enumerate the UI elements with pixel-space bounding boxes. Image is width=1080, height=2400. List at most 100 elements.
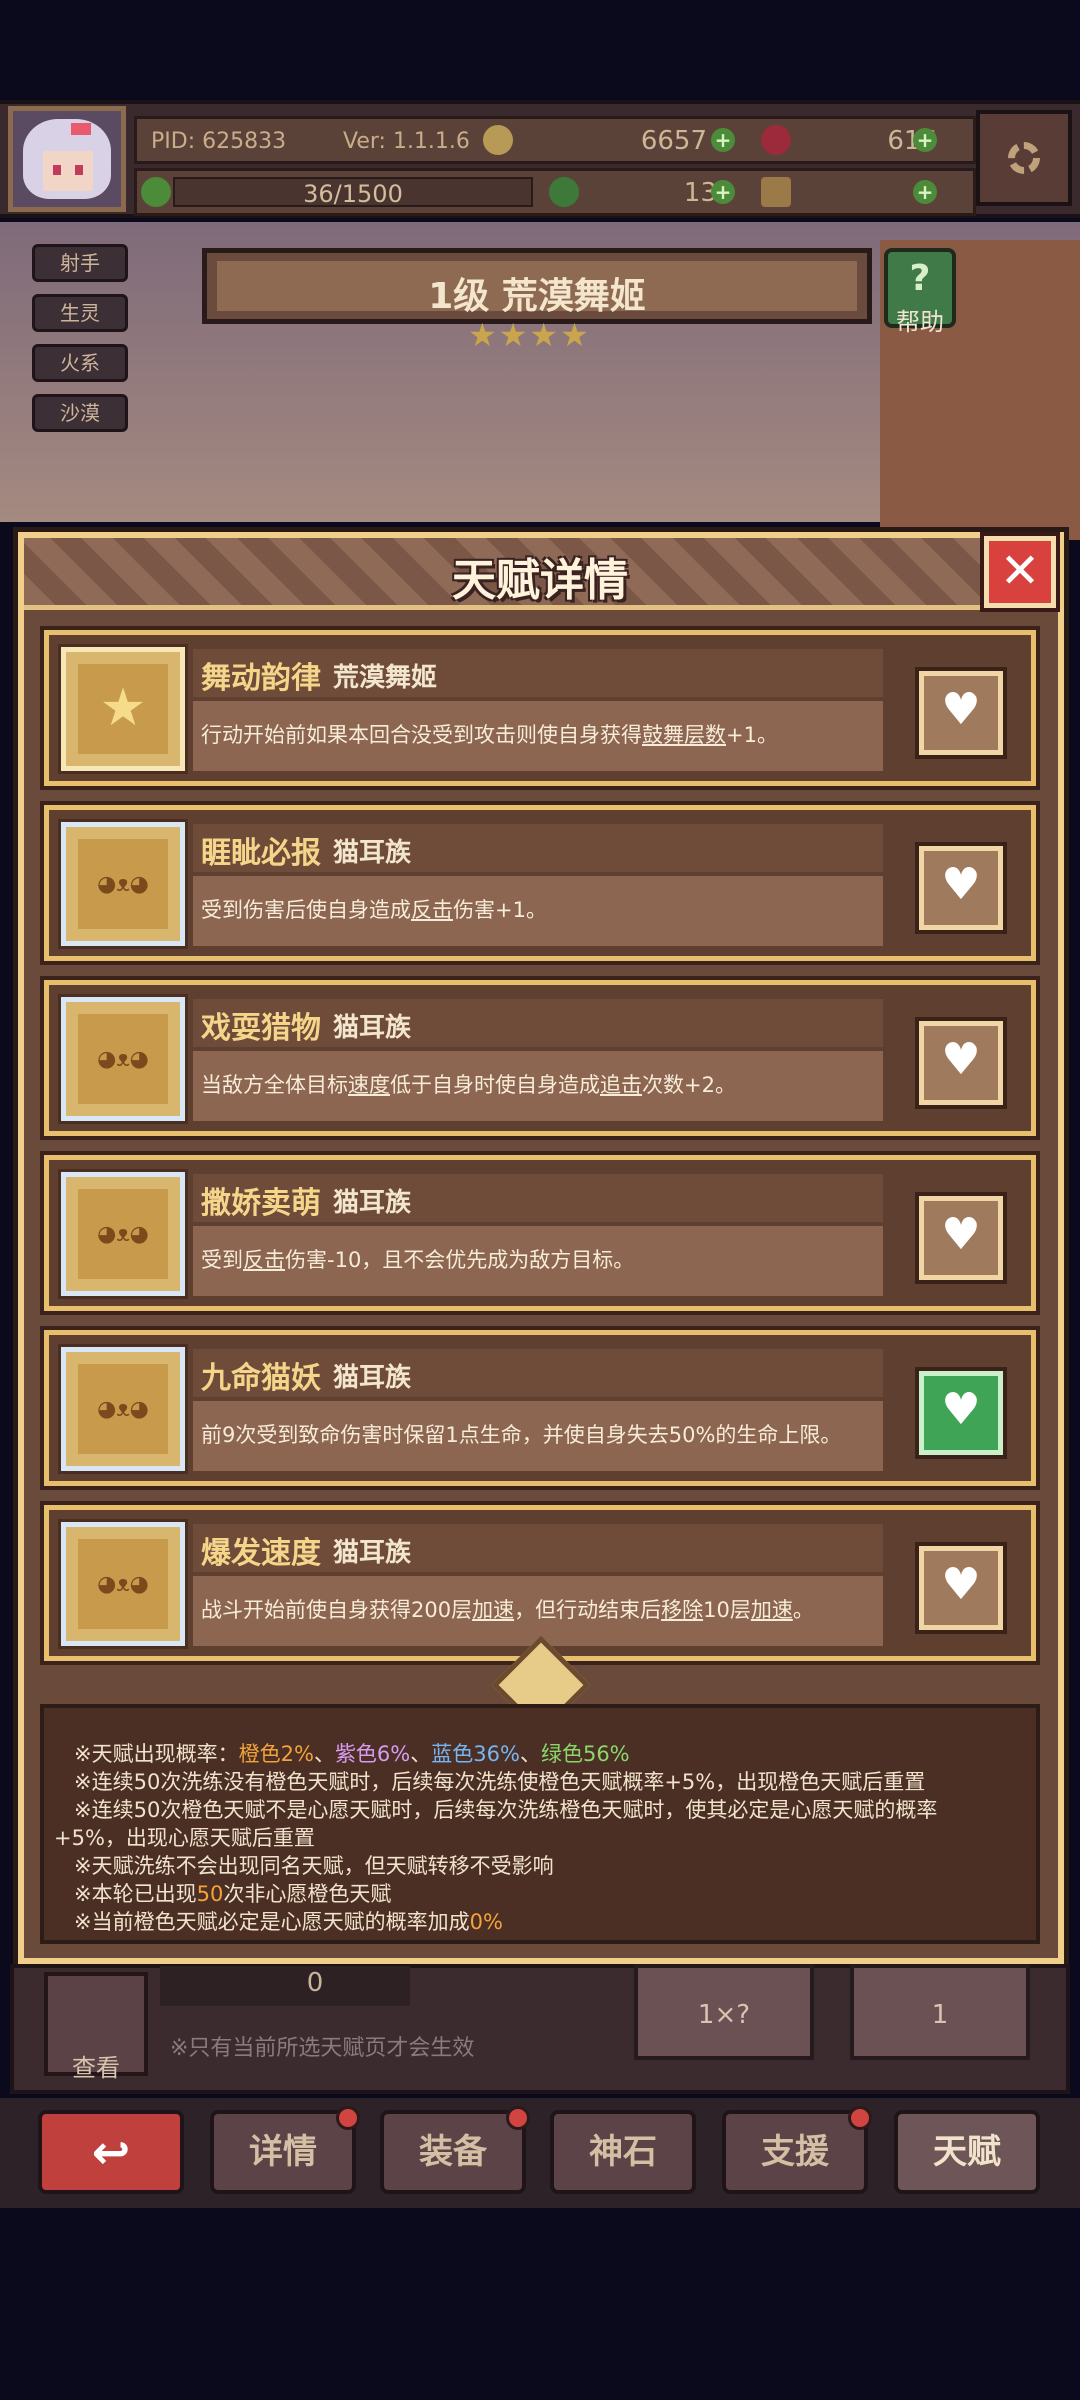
talent-icon-frame: ◕ᴥ◕ (61, 997, 185, 1121)
keyword-link[interactable]: 鼓舞层数 (642, 723, 726, 747)
auto-wash-cost: 1×? (697, 2000, 751, 2030)
cat-face-icon: ◕ᴥ◕ (97, 1572, 149, 1597)
talent-icon-frame: ★ (61, 647, 185, 771)
settings-button[interactable] (976, 110, 1072, 206)
dialog-title: 天赋详情 (452, 555, 628, 606)
gold-amount: 6657 (640, 126, 707, 156)
talent-description: 战斗开始前使自身获得200层加速，但行动结束后移除10层加速。 (201, 1598, 814, 1622)
exp-bar: 36/1500 (173, 177, 533, 208)
exp-icon (141, 177, 171, 207)
talent-card[interactable]: ◕ᴥ◕ 戏耍猎物 猫耳族当敌方全体目标速度低于自身时使自身造成追击次数+2。 ♥ (44, 980, 1036, 1136)
talent-description: 受到伤害后使自身造成反击伤害+1。 (201, 898, 547, 922)
character-title-banner: 1级 荒漠舞姬 (202, 248, 872, 324)
talent-description: 前9次受到致命伤害时保留1点生命，并使自身失去50%的生命上限。 (201, 1423, 842, 1447)
pid-label: PID: 625833 (151, 129, 287, 154)
cat-face-icon: ◕ᴥ◕ (97, 1047, 149, 1072)
wish-toggle-button[interactable]: ♥ (919, 1021, 1003, 1105)
notification-dot (336, 2106, 360, 2130)
character-title: 1级 荒漠舞姬 (428, 276, 646, 317)
keyword-link[interactable]: 移除 (661, 1598, 703, 1622)
add-gem-icon[interactable]: + (913, 128, 937, 152)
heart-icon: ♥ (941, 1559, 981, 1610)
talent-tribe: 猫耳族 (333, 1363, 412, 1393)
tag-fire[interactable]: 火系 (32, 344, 128, 382)
close-button[interactable]: ✕ (984, 536, 1056, 608)
info-line-4: ※天赋洗练不会出现同名天赋，但天赋转移不受影响 (74, 1854, 554, 1878)
nav-talent[interactable]: 天赋 (894, 2110, 1040, 2194)
view-label: 查看 (72, 2054, 120, 2082)
talent-tribe: 猫耳族 (333, 1538, 412, 1568)
tag-living[interactable]: 生灵 (32, 294, 128, 332)
talent-wash-cost: 1 (931, 2000, 949, 2030)
wish-toggle-button[interactable]: ♥ (919, 1196, 1003, 1280)
heart-icon: ♥ (941, 684, 981, 735)
wish-toggle-button[interactable]: ♥ (919, 1371, 1003, 1455)
talent-tribe: 荒漠舞姬 (333, 663, 438, 693)
wish-toggle-button[interactable]: ♥ (919, 1546, 1003, 1630)
clover-amount: 13 (683, 178, 717, 208)
talent-name: 戏耍猎物 (201, 1011, 321, 1046)
close-icon: ✕ (999, 543, 1041, 599)
boot-icon (761, 177, 791, 207)
talent-icon-frame: ◕ᴥ◕ (61, 1172, 185, 1296)
tag-desert[interactable]: 沙漠 (32, 394, 128, 432)
count-value: 0 (306, 1968, 324, 1998)
nav-equipment[interactable]: 装备 (380, 2106, 530, 2194)
character-stars: ★★★★ (468, 316, 591, 354)
add-clover-icon[interactable]: + (711, 180, 735, 204)
cat-face-icon: ◕ᴥ◕ (97, 1222, 149, 1247)
prob-purple: 紫色6% (334, 1742, 411, 1766)
talent-description: 受到反击伤害-10，且不会优先成为敌方目标。 (201, 1248, 635, 1272)
keyword-link[interactable]: 反击 (243, 1248, 285, 1272)
gem-icon (761, 125, 791, 155)
back-arrow-icon: ↩ (91, 2125, 131, 2179)
page-note: ※只有当前所选天赋页才会生效 (170, 2036, 475, 2061)
player-avatar[interactable] (8, 106, 126, 212)
star-icon: ★ (99, 678, 147, 738)
talent-tribe: 猫耳族 (333, 1013, 412, 1043)
talent-info-box: ※天赋出现概率：橙色2%、紫色6%、蓝色36%、绿色56% ※连续50次洗练没有… (40, 1704, 1040, 1944)
heart-icon: ♥ (941, 1034, 981, 1085)
add-gold-icon[interactable]: + (711, 128, 735, 152)
nav-details[interactable]: 详情 (210, 2106, 360, 2194)
keyword-link[interactable]: 加速 (472, 1598, 514, 1622)
tag-archer[interactable]: 射手 (32, 244, 128, 282)
talent-card[interactable]: ◕ᴥ◕ 撒娇卖萌 猫耳族受到反击伤害-10，且不会优先成为敌方目标。 ♥ (44, 1155, 1036, 1311)
info-row: PID: 625833 Ver: 1.1.1.6 6657 + 616 + (134, 116, 976, 164)
talent-card[interactable]: ★ 舞动韵律 荒漠舞姬 行动开始前如果本回合没受到攻击则使自身获得鼓舞层数+1。 ♥ (44, 630, 1036, 786)
wish-toggle-button[interactable]: ♥ (919, 846, 1003, 930)
cat-face-icon: ◕ᴥ◕ (97, 872, 149, 897)
talent-card[interactable]: ◕ᴥ◕ 九命猫妖 猫耳族 前9次受到致命伤害时保留1点生命，并使自身失去50%的生命上… (44, 1330, 1036, 1486)
talent-description: 当敌方全体目标速度低于自身时使自身造成追击次数+2。 (201, 1073, 736, 1097)
talent-tribe: 猫耳族 (333, 1188, 412, 1218)
notification-dot (848, 2106, 872, 2130)
nav-support[interactable]: 支援 (722, 2106, 872, 2194)
prob-orange: 橙色2% (238, 1742, 314, 1766)
gold-coin-icon (483, 125, 513, 155)
keyword-link[interactable]: 反击 (411, 898, 453, 922)
info-line-3b: +5%，出现心愿天赋后重置 (54, 1826, 315, 1850)
keyword-link[interactable]: 速度 (348, 1073, 390, 1097)
talent-name: 舞动韵律 (201, 661, 321, 696)
talent-name: 爆发速度 (201, 1536, 321, 1571)
notification-dot (506, 2106, 530, 2130)
version-label: Ver: 1.1.1.6 (343, 129, 470, 154)
talent-card[interactable]: ◕ᴥ◕ 睚眦必报 猫耳族 受到伤害后使自身造成反击伤害+1。 ♥ (44, 805, 1036, 961)
add-boot-icon[interactable]: + (913, 180, 937, 204)
nav-godstone[interactable]: 神石 (550, 2110, 696, 2194)
talent-icon-frame: ◕ᴥ◕ (61, 822, 185, 946)
exp-row: 36/1500 13 + 0 + (134, 168, 976, 216)
talent-icon-frame: ◕ᴥ◕ (61, 1522, 185, 1646)
heart-icon: ♥ (941, 1209, 981, 1260)
prob-blue: 蓝色36% (431, 1742, 520, 1766)
wish-toggle-button[interactable]: ♥ (919, 671, 1003, 755)
keyword-link[interactable]: 加速 (751, 1598, 793, 1622)
gear-icon (1008, 142, 1040, 174)
heart-icon: ♥ (941, 1384, 981, 1435)
talent-tribe: 猫耳族 (333, 838, 412, 868)
cat-face-icon: ◕ᴥ◕ (97, 1397, 149, 1422)
prob-green: 绿色56% (540, 1742, 630, 1766)
talent-name: 撒娇卖萌 (201, 1186, 321, 1221)
keyword-link[interactable]: 追击 (600, 1073, 642, 1097)
back-button[interactable]: ↩ (38, 2110, 184, 2194)
